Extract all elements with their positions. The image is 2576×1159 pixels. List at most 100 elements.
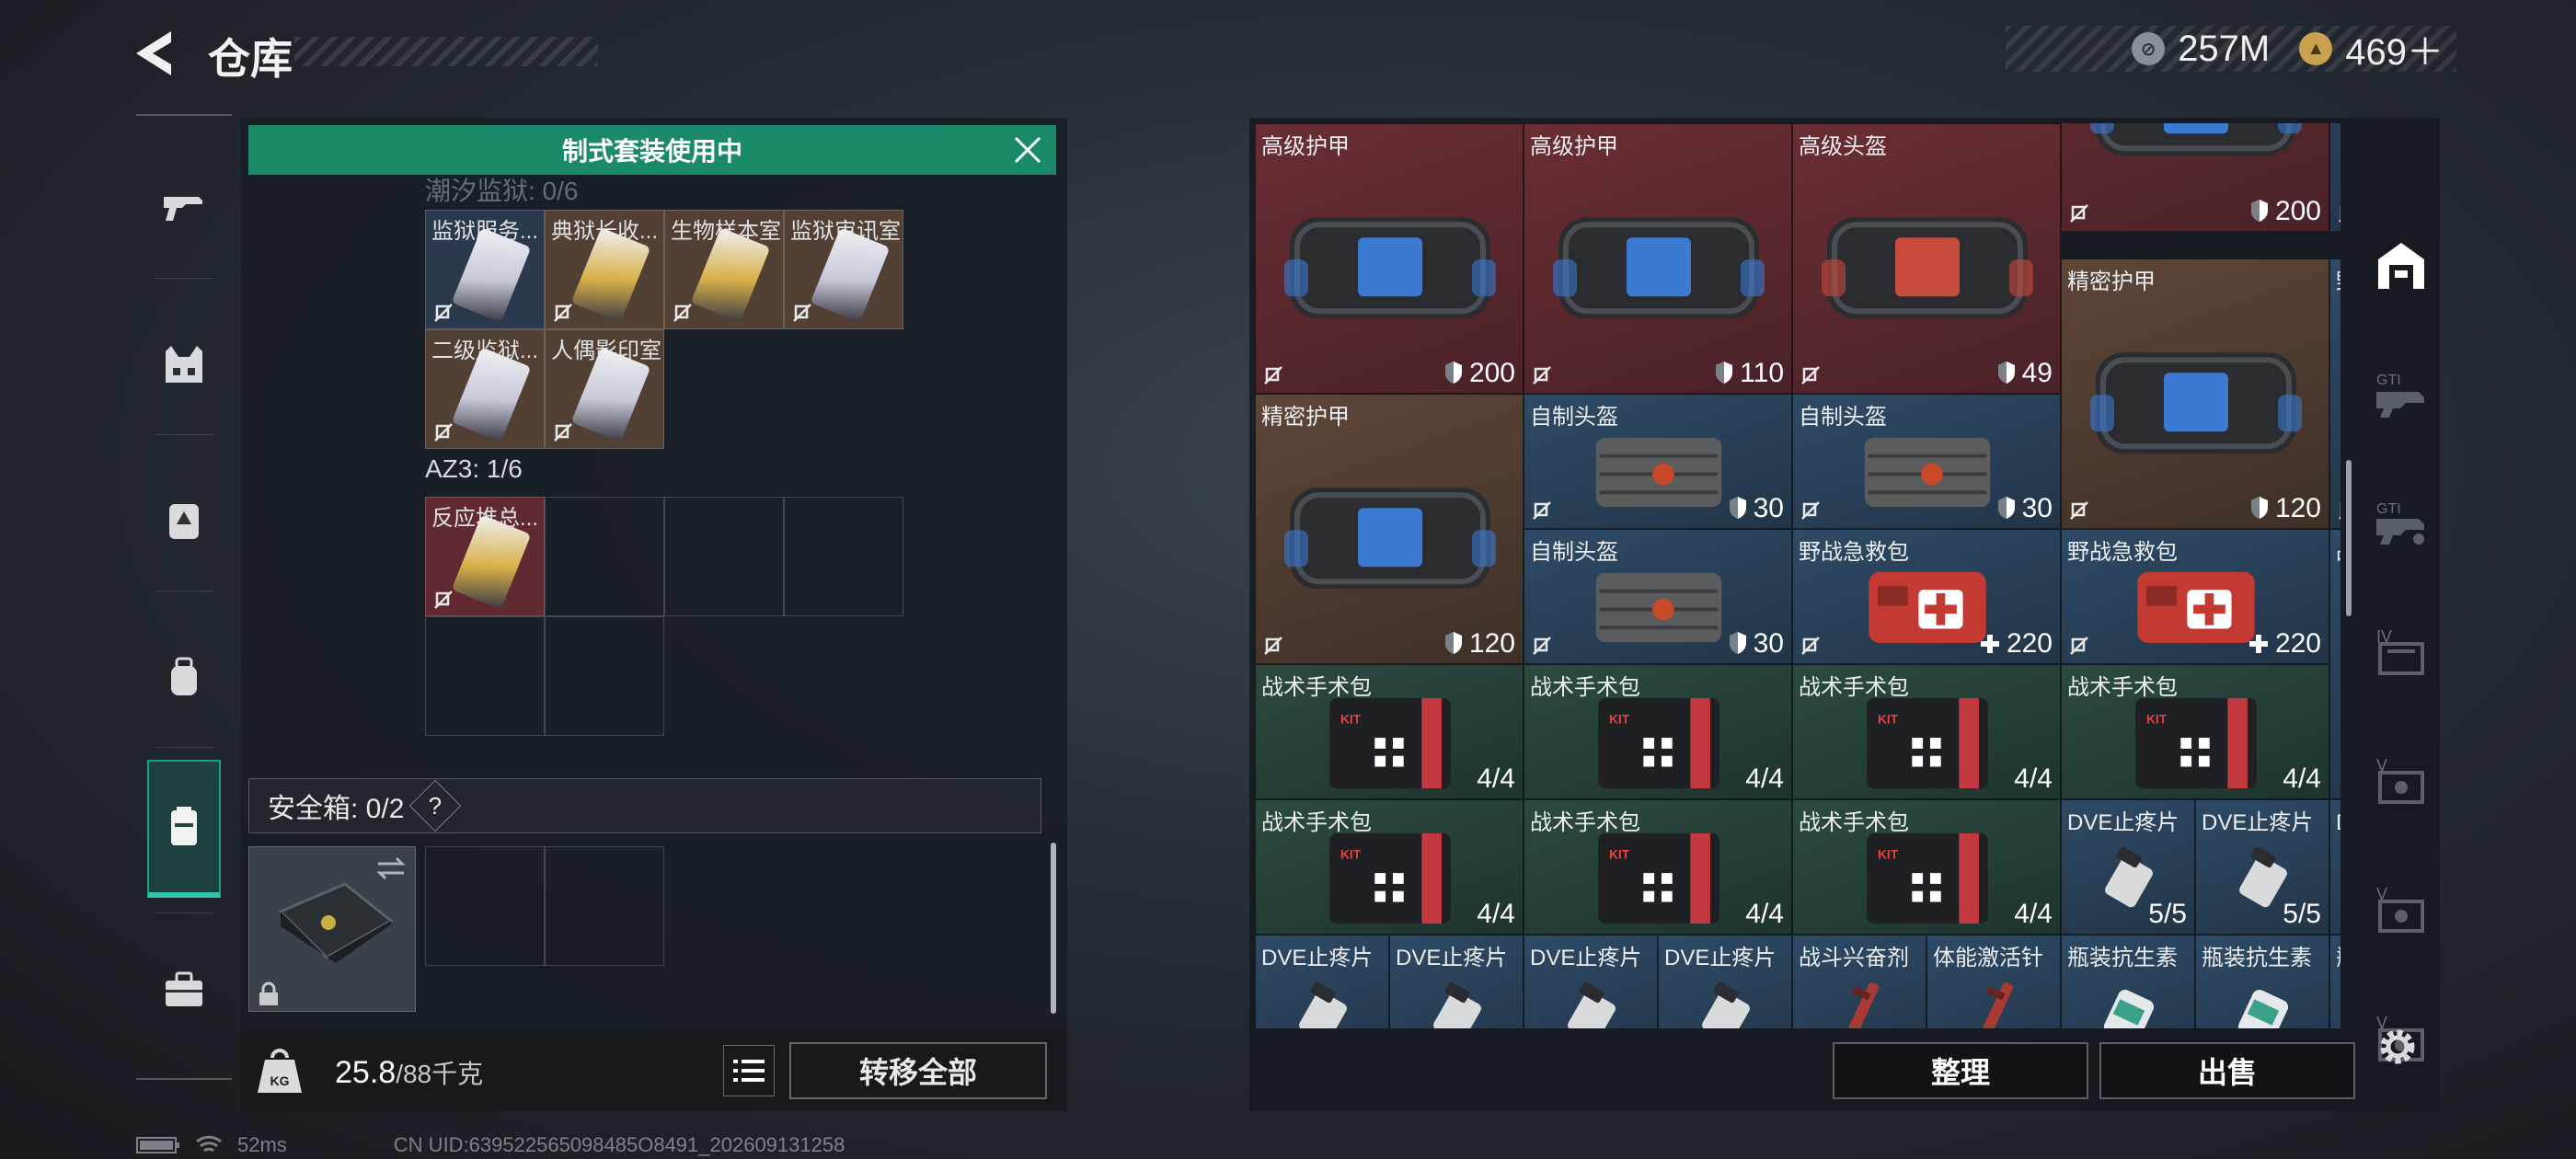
keycard-slot-empty[interactable] [545,616,664,736]
unbindable-icon [1533,637,1551,655]
safe-box-label: 安全箱: 0/2 [268,794,405,824]
warehouse-item[interactable]: 自制头盔 30 [1524,394,1792,529]
safe-box-item[interactable] [248,846,416,1012]
nav-chest-rig[interactable] [147,465,221,576]
az3-key-count: AZ3: 1/6 [425,454,523,483]
item-value: 30 [2021,493,2053,523]
svg-text:KIT: KIT [1340,712,1362,726]
weight-readout: 25.8/88千克 [335,1054,483,1091]
keycard-item[interactable]: 反应堆总... [425,497,545,616]
unbindable-icon [554,304,572,322]
item-durability: 30 [1996,493,2053,524]
warehouse-item[interactable]: KIT战术手术包4/4 [2061,664,2329,799]
list-view-button[interactable] [723,1045,775,1096]
tab-weapon-case-2[interactable]: GTI [2370,476,2432,568]
warehouse-item[interactable]: DVE止疼片4/5 [1255,935,1389,1028]
uid-text: CN UID:639522565098485O8491_202609131258 [393,1133,845,1156]
weight-value: 25.8 [335,1055,397,1090]
tab-case-v-2[interactable]: V [2370,863,2432,955]
warehouse-item[interactable]: 瓶装抗生素3/3 [2329,935,2340,1028]
warehouse-item[interactable]: DVE止疼片5/5 [2061,799,2195,935]
warehouse-item[interactable]: 200 [2061,123,2329,232]
keycard-item[interactable]: 监狱服务... [425,210,545,329]
close-icon[interactable] [1012,134,1043,166]
warehouse-item[interactable]: KIT战术手术包4/4 [1255,799,1524,935]
item-name: 体能激活针 [1933,946,2043,970]
keycard-item[interactable]: 二级监狱... [425,329,545,449]
transfer-all-button[interactable]: 转移全部 [789,1042,1047,1099]
warehouse-item[interactable]: 精密护甲 120 [2061,258,2329,529]
keycard-item[interactable]: 生物样本室 [664,210,784,329]
nav-weapons[interactable] [147,153,221,263]
item-value: 4/4 [2014,899,2053,929]
warehouse-item[interactable]: 野战急救包 220 [1792,529,2061,664]
warehouse-item[interactable]: DVE止疼片3/5 [1389,935,1524,1028]
nav-armor[interactable] [147,309,221,419]
tab-weapon-case-1[interactable]: GTI [2370,348,2432,440]
warehouse-item[interactable]: DVE止疼片5/5 [2195,799,2329,935]
warehouse-item[interactable]: 高级头盔 49 [1792,123,2061,394]
warehouse-item[interactable]: KIT战术手术包4/4 [1792,799,2061,935]
tab-case-iv[interactable]: IV [2370,605,2432,697]
left-scrollbar[interactable] [1051,843,1056,1014]
safe-slot-empty[interactable] [545,846,664,966]
warehouse-item[interactable]: 体能激活针 [1926,935,2061,1028]
safe-box-help-button[interactable]: ? [409,779,462,832]
warehouse-item[interactable]: KIT战术手术包4/4 [1524,664,1792,799]
warehouse-item[interactable]: 瓶装抗生素3/3 [2061,935,2195,1028]
warehouse-item[interactable]: 自制头盔 30 [1792,394,2061,529]
sort-button[interactable]: 整理 [1833,1042,2088,1099]
warehouse-item[interactable]: KIT战术手术包4/4 [1524,799,1792,935]
warehouse-item[interactable]: 战斗兴奋剂 [1792,935,1926,1028]
warehouse-item[interactable]: 野战急救包200 [2329,258,2340,529]
helmet-icon [1595,437,1722,508]
shield-icon [1716,361,1733,384]
keycard-item[interactable]: 监狱审讯室 [784,210,903,329]
lock-icon [259,981,278,1005]
keycard-slot-empty[interactable] [784,497,903,616]
nav-container[interactable] [147,760,221,898]
item-durability: 4/4 [2014,899,2053,930]
unbindable-icon [554,423,572,442]
warehouse-item[interactable]: 瓶装抗生素3/3 [2195,935,2329,1028]
swap-icon[interactable] [374,855,408,882]
helmet-icon [1864,437,1991,508]
keycard-slot-empty[interactable] [545,497,664,616]
sell-button[interactable]: 出售 [2099,1042,2355,1099]
tab-warehouse[interactable] [2370,219,2432,311]
item-durability: 30 [1728,493,1784,524]
svg-text:GTI: GTI [2376,373,2401,388]
warehouse-item[interactable]: KIT战术手术包4/4 [2329,529,2340,799]
warehouse-scrollbar[interactable] [2346,460,2352,616]
weapon-case-icon: GTI [2376,373,2424,418]
warehouse-item[interactable]: KIT战术手术包4/4 [1255,664,1524,799]
warehouse-item[interactable]: 精密护甲 120 [1255,394,1524,664]
warehouse-item[interactable]: DVE止疼片3/5 [1524,935,1658,1028]
item-durability: 120 [1443,628,1515,660]
warehouse-item[interactable]: KIT战术手术包4/4 [1792,664,2061,799]
warehouse-item[interactable]: 高级护甲 110 [1524,123,1792,394]
nav-backpack[interactable] [147,622,221,732]
settings-button[interactable] [2374,1023,2421,1071]
warehouse-item[interactable]: 202 [2329,123,2340,232]
item-name: 精密护甲 [2067,270,2156,294]
shield-icon [2250,199,2268,222]
keycard-item[interactable]: 典狱长收... [545,210,664,329]
surgical-kit-icon: KIT [1329,697,1451,788]
back-button[interactable] [129,28,184,79]
warehouse-item[interactable]: DVE止疼片5/5 [2329,799,2340,935]
item-name: 自制头盔 [1530,405,1618,430]
safe-slot-empty[interactable] [425,846,545,966]
gold-currency-value[interactable]: 469＋ [2345,22,2444,75]
syringe-icon [1846,982,1880,1028]
warehouse-item[interactable]: 野战急救包 220 [2061,529,2329,664]
warehouse-item[interactable]: 高级护甲 200 [1255,123,1524,394]
keycard-slot-empty[interactable] [664,497,784,616]
item-durability: 4/4 [2014,763,2053,795]
warehouse-item[interactable]: 自制头盔 30 [1524,529,1792,664]
warehouse-item[interactable]: DVE止疼片2/5 [1658,935,1792,1028]
nav-toolbox[interactable] [147,935,221,1045]
keycard-item[interactable]: 人偶影印室 [545,329,664,449]
tab-case-v[interactable]: V [2370,734,2432,826]
keycard-slot-empty[interactable] [425,616,545,736]
